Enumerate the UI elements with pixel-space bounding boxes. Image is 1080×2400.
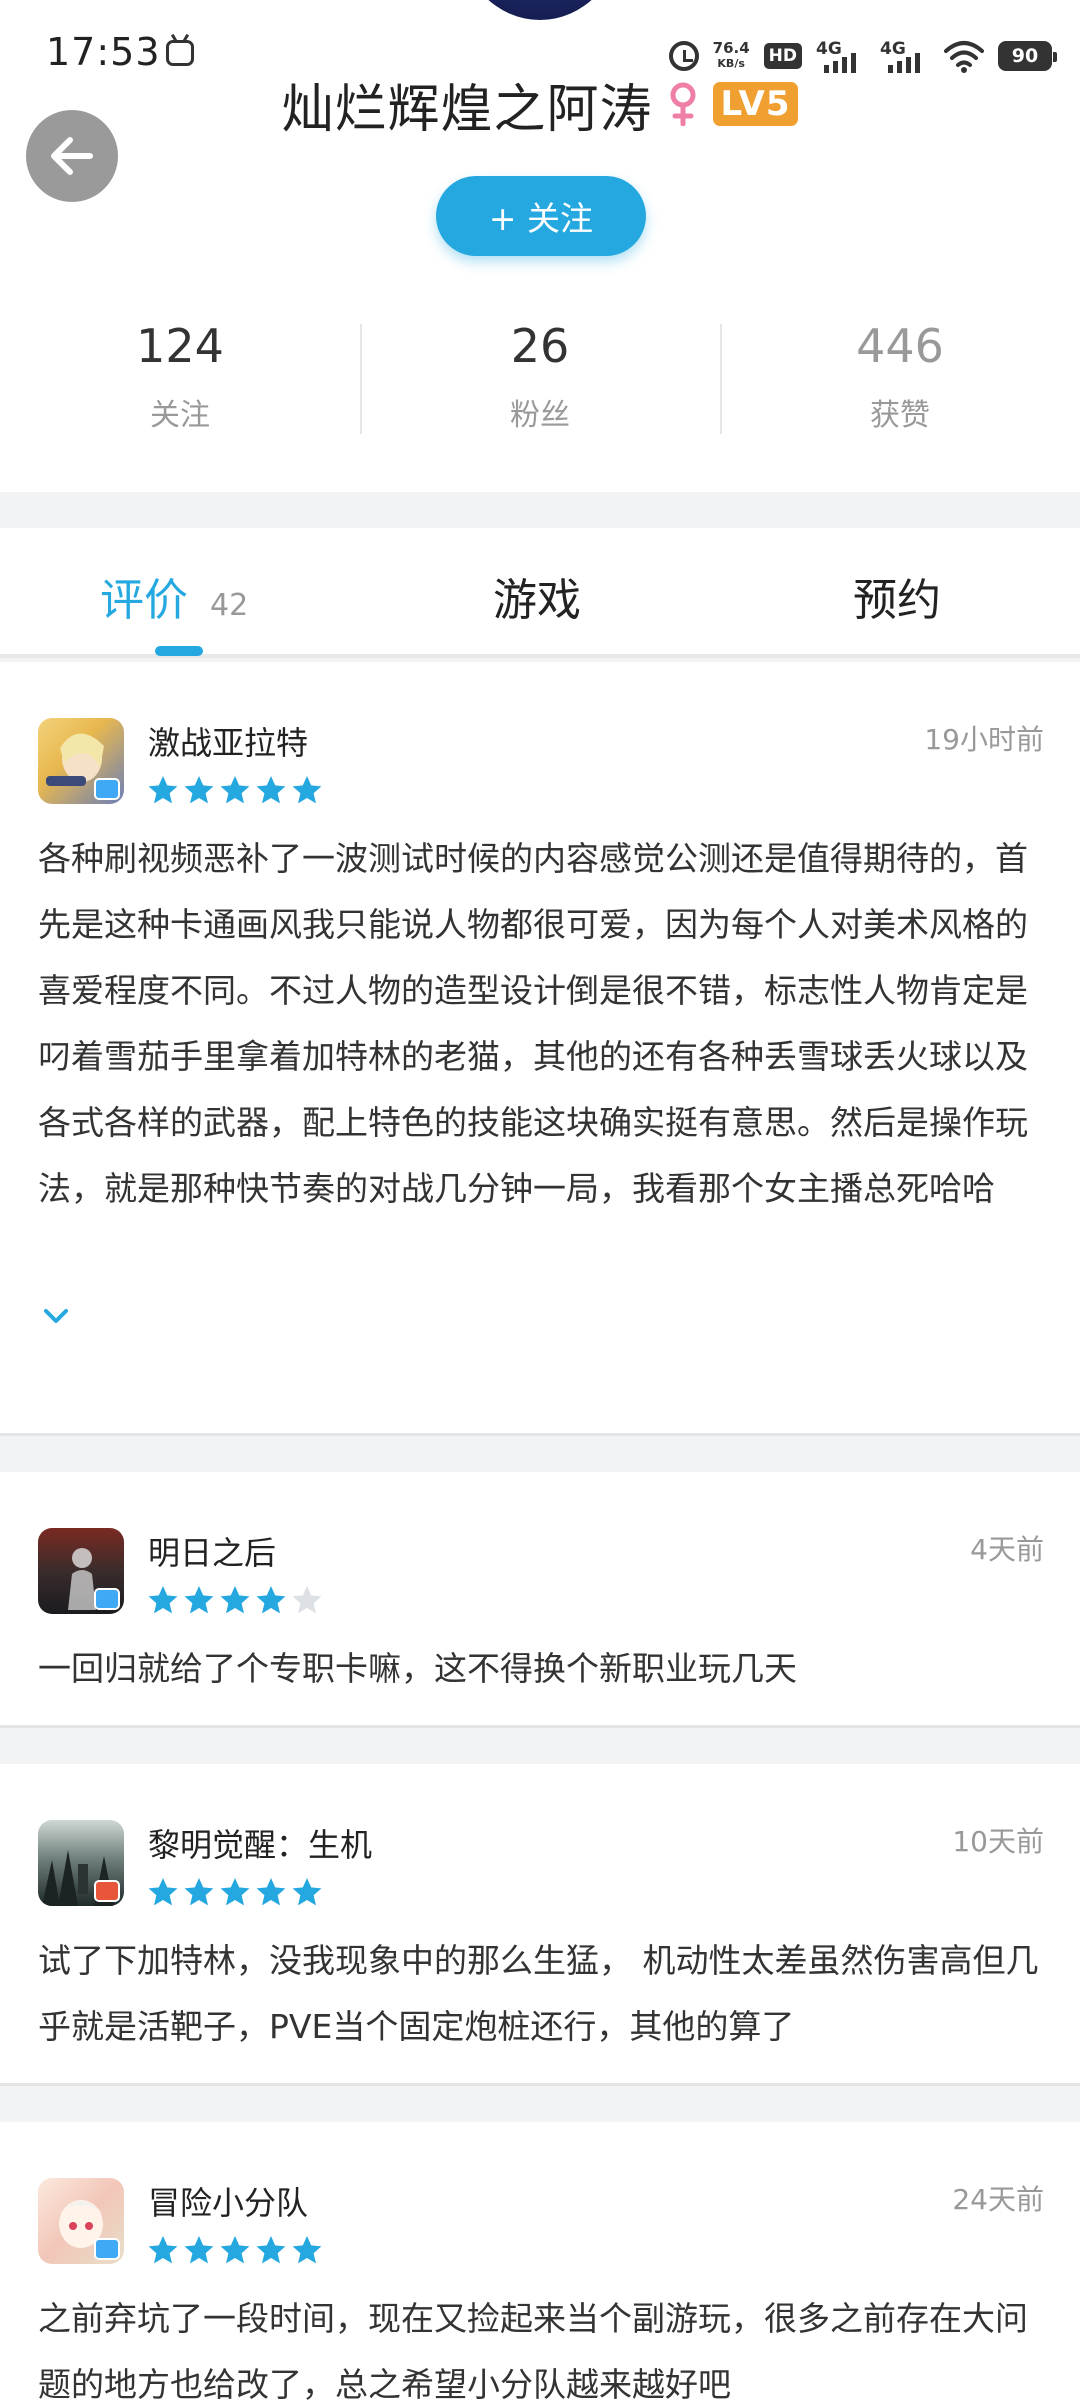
review-text: 一回归就给了个专职卡嘛，这不得换个新职业玩几天 [38,1649,797,1688]
rating-stars [146,1584,324,1616]
rating-stars [146,2234,324,2266]
star-filled-icon [256,1878,286,1906]
female-icon [670,82,696,126]
star-filled-icon [220,1878,250,1906]
tab-games[interactable]: 游戏 [493,564,581,628]
game-name[interactable]: 黎明觉醒：生机 [148,1820,372,1866]
game-name[interactable]: 明日之后 [148,1528,276,1574]
stat-following[interactable]: 124 关注 [0,316,360,446]
rating-stars [146,1876,324,1908]
level-badge: LV5 [712,82,799,126]
star-filled-icon [184,2236,214,2264]
star-filled-icon [148,1878,178,1906]
star-filled-icon [292,2236,322,2264]
review-card[interactable]: 黎明觉醒：生机 10天前 试了下加特林，没我现象中的那么生猛， 机动性太差虽然伤… [0,1764,1080,2086]
review-time: 19小时前 [924,723,1044,756]
star-filled-icon [148,776,178,804]
alarm-icon [668,41,699,71]
review-card[interactable]: 冒险小分队 24天前 之前弃坑了一段时间，现在又捡起来当个副游玩，很多之前存在大… [0,2122,1080,2400]
star-empty-icon [292,1586,322,1614]
review-count: 42 [210,588,249,623]
star-filled-icon [220,776,250,804]
star-filled-icon [220,2236,250,2264]
game-icon-limingjuexing[interactable] [38,1820,124,1906]
star-filled-icon [184,776,214,804]
hd-icon: HD [763,43,802,69]
stat-followers[interactable]: 26 粉丝 [360,316,720,446]
review-card[interactable]: 明日之后 4天前 一回归就给了个专职卡嘛，这不得换个新职业玩几天 [0,1472,1080,1728]
star-filled-icon [184,1586,214,1614]
review-text: 各种刷视频恶补了一波测试时候的内容感觉公测还是值得期待的，首先是这种卡通画风我只… [38,839,1028,1208]
star-filled-icon [148,2236,178,2264]
star-filled-icon [292,776,322,804]
tab-reservations[interactable]: 预约 [853,564,941,628]
battery-icon: 90 [998,41,1057,71]
game-icon-maoxianxiaofendui[interactable] [38,2178,124,2264]
tab-reviews[interactable]: 评价 42 [100,564,248,628]
game-icon-mingrizhihou[interactable] [38,1528,124,1614]
game-icon-jizhanyalate[interactable] [38,718,124,804]
stat-likes: 446 获赞 [720,316,1080,446]
follow-button[interactable]: + 关注 [436,176,646,256]
game-name[interactable]: 冒险小分队 [148,2178,308,2224]
star-filled-icon [256,1586,286,1614]
chevron-down-icon[interactable] [42,1306,70,1326]
star-filled-icon [256,2236,286,2264]
profile-tabs: 评价 42 游戏 预约 [0,528,1080,658]
review-text: 之前弃坑了一段时间，现在又捡起来当个副游玩，很多之前存在大问题的地方也给改了，总… [38,2299,1028,2400]
username: 灿烂辉煌之阿涛 [281,79,653,140]
username-row: 灿烂辉煌之阿涛 LV5 [0,68,1080,140]
rating-stars [146,774,324,806]
notification-icon [166,40,194,66]
game-name[interactable]: 激战亚拉特 [148,718,308,764]
review-time: 10天前 [952,1825,1044,1858]
review-time: 4天前 [970,1533,1044,1566]
active-tab-indicator [155,646,203,656]
star-filled-icon [148,1586,178,1614]
review-text: 试了下加特林，没我现象中的那么生猛， 机动性太差虽然伤害高但几乎就是活靶子，PV… [38,1941,1039,2046]
profile-header: 17:53 76.4 KB/s HD 4G 4G 90 灿烂辉煌之阿涛 LV5 … [0,0,1080,492]
star-filled-icon [220,1586,250,1614]
review-card[interactable]: 激战亚拉特 19小时前 各种刷视频恶补了一波测试时候的内容感觉公测还是值得期待的… [0,662,1080,1436]
profile-stats: 124 关注 26 粉丝 446 获赞 [0,316,1080,446]
star-filled-icon [256,776,286,804]
star-filled-icon [292,1878,322,1906]
review-time: 24天前 [952,2183,1044,2216]
star-filled-icon [184,1878,214,1906]
